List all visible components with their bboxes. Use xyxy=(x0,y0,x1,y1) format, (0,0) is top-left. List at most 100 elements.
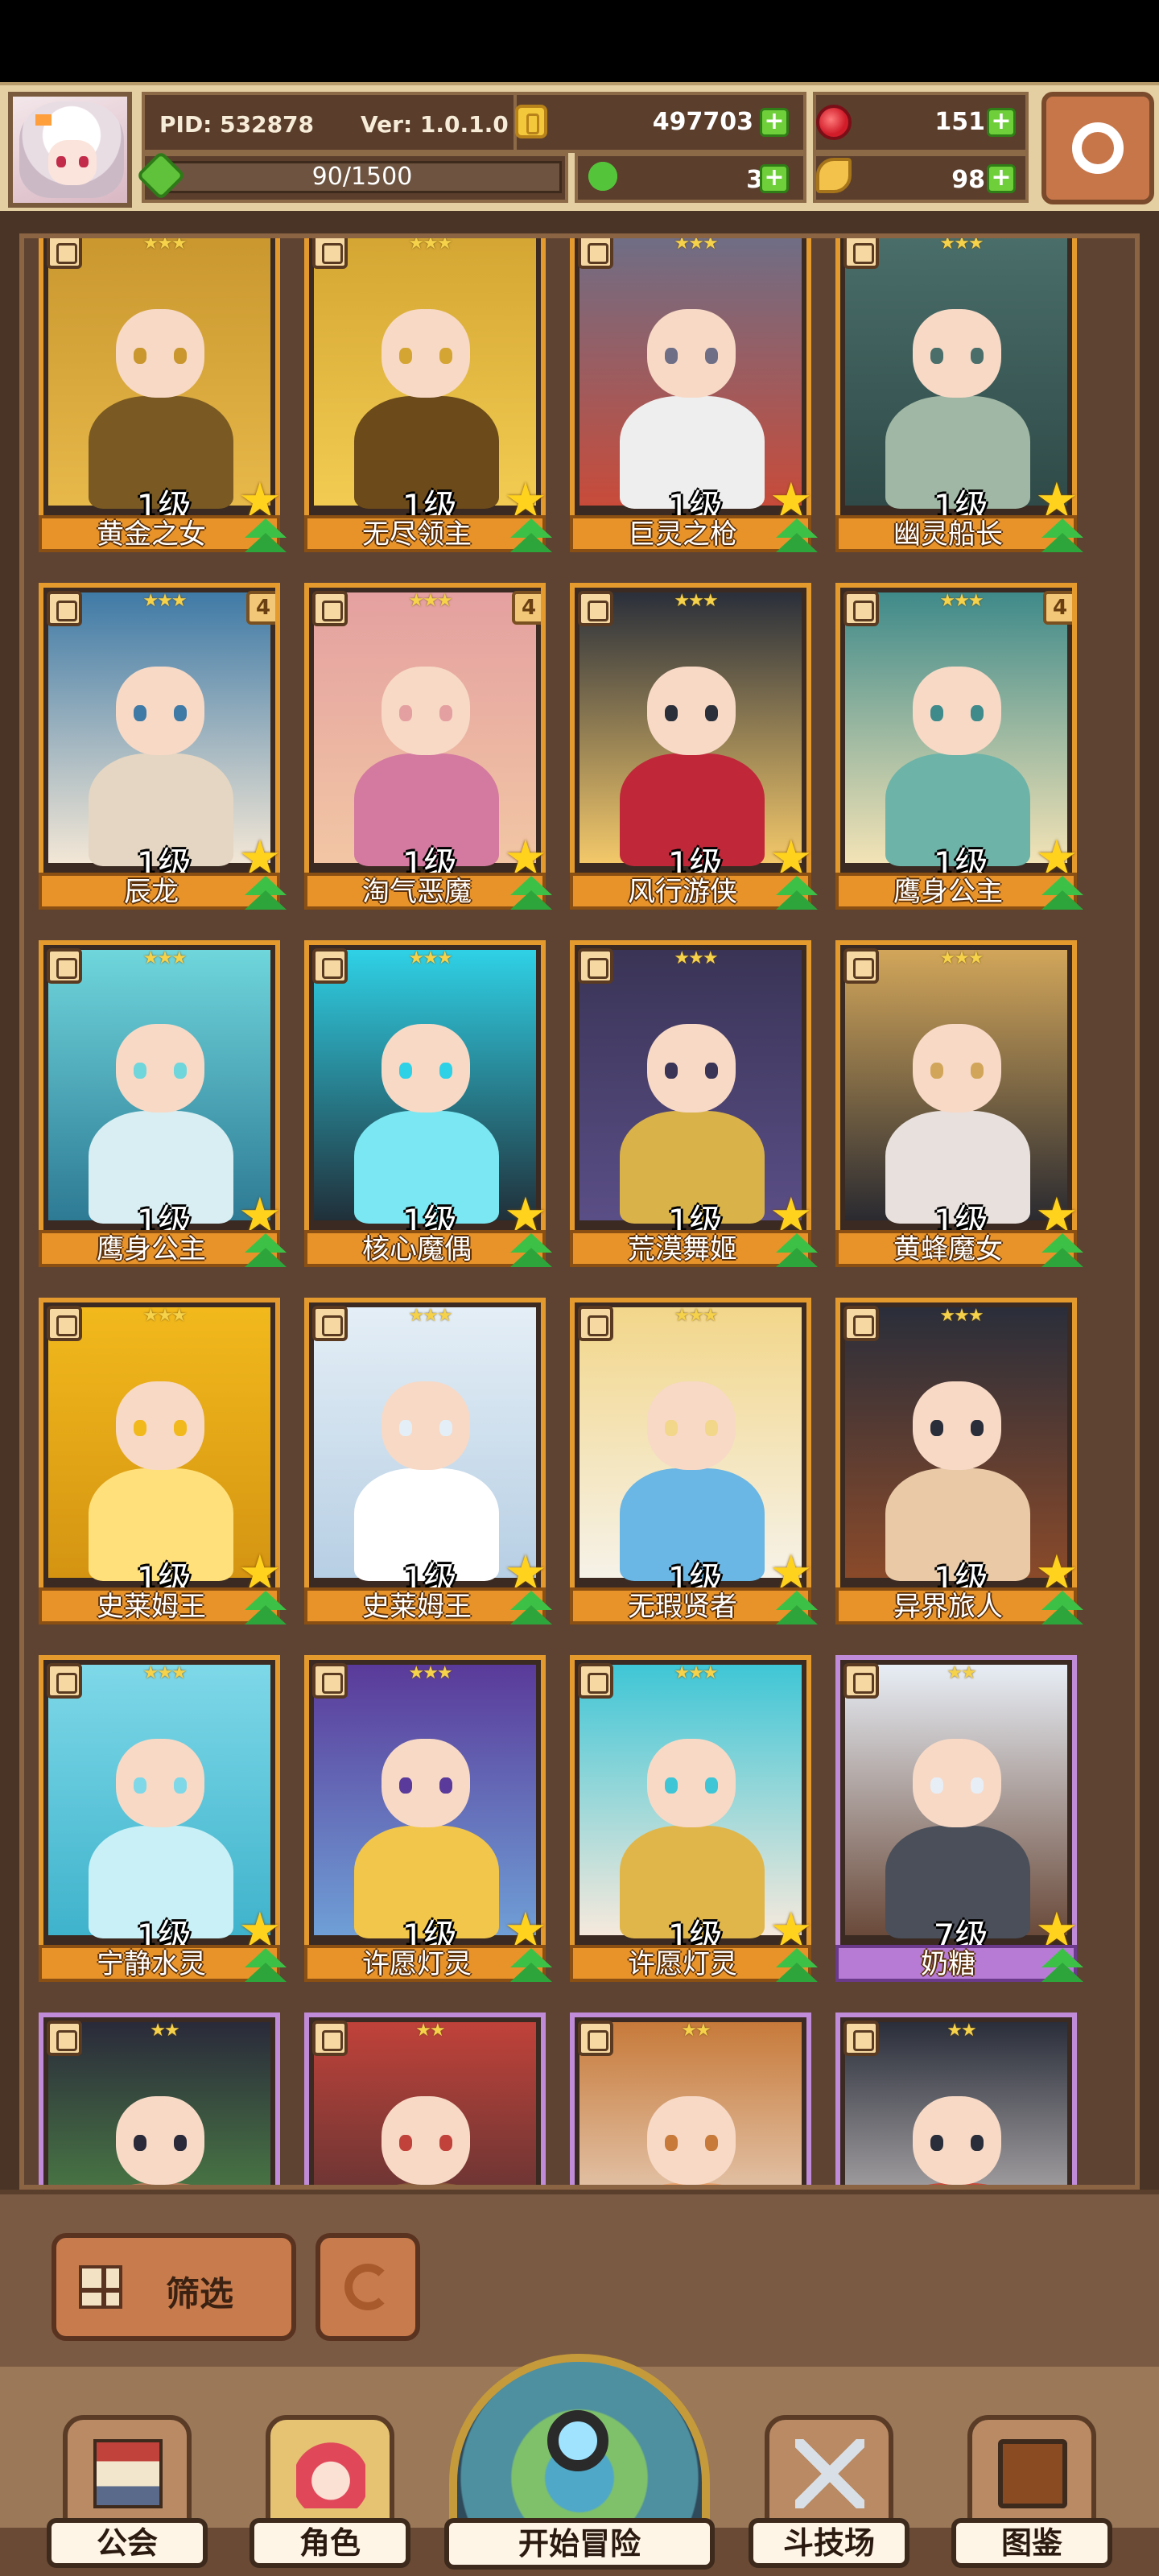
character-card[interactable]: ★★1级★狩猎勇士 xyxy=(39,2013,280,2185)
card-name: 宁静水灵 xyxy=(97,1948,206,1980)
portrait-face xyxy=(382,667,470,755)
character-card[interactable]: ★★★ 1级 ★ 宁静水灵 xyxy=(39,1655,287,1984)
character-card[interactable]: ★★★ 1级 ★ 许愿灯灵 xyxy=(304,1655,552,1984)
character-card[interactable]: ★★★ 1级 ★ 鹰身公主 xyxy=(39,940,287,1269)
portrait-eye xyxy=(665,705,678,721)
character-portrait xyxy=(48,238,270,509)
character-portrait xyxy=(48,1307,270,1581)
character-card[interactable]: ★★★ 1级 ★ 荒漠舞姬 xyxy=(570,940,818,1269)
portrait-eye xyxy=(971,348,984,364)
rarity-stars: ★★★ xyxy=(939,591,984,611)
level-up-arrow-icon xyxy=(1041,515,1083,555)
upgrade-badge: 4 xyxy=(246,591,275,625)
portrait-eye xyxy=(971,2135,984,2151)
portrait-eye xyxy=(930,1777,943,1794)
card-name: 鹰身公主 xyxy=(97,1233,206,1265)
portrait-eye xyxy=(705,1420,718,1436)
nav-codex[interactable]: 图鉴 xyxy=(951,2415,1112,2568)
level-up-arrow-icon xyxy=(1041,1230,1083,1270)
refresh-button[interactable] xyxy=(316,2233,420,2341)
card-name: 史莱姆王 xyxy=(97,1591,206,1623)
card-name: 异界旅人 xyxy=(893,1591,1003,1623)
portrait-eye xyxy=(399,1420,412,1436)
character-card[interactable]: ★★★ 1级 ★ 无瑕贤者 xyxy=(570,1298,818,1626)
rarity-stars: ★★★ xyxy=(939,233,984,254)
portrait-eye xyxy=(665,348,678,364)
portrait-face xyxy=(116,1024,204,1113)
portrait-eye xyxy=(439,1063,452,1079)
rarity-stars: ★★ xyxy=(150,2021,179,2041)
character-card[interactable]: ★★1级★胡椒 xyxy=(835,2013,1077,2185)
settings-button[interactable] xyxy=(1041,92,1154,204)
portrait-face xyxy=(116,667,204,755)
character-card[interactable]: ★★★ 1级 ★ 黄金之女 xyxy=(39,238,287,554)
level-up-arrow-icon xyxy=(510,1230,552,1270)
nav-guild[interactable]: 公会 xyxy=(47,2415,208,2568)
card-name: 史莱姆王 xyxy=(362,1591,472,1623)
character-card[interactable]: ★★★ 1级 ★ 许愿灯灵 xyxy=(570,1655,818,1984)
guild-building-icon xyxy=(93,2439,163,2508)
character-card[interactable]: ★★★ 1级 ★ 幽灵船长 xyxy=(835,233,1083,554)
character-portrait xyxy=(845,592,1067,866)
card-name: 许愿灯灵 xyxy=(628,1948,737,1980)
character-card[interactable]: ★★★ 4 1级 ★ 鹰身公主 xyxy=(835,583,1083,911)
portrait-eye xyxy=(134,2135,146,2151)
character-portrait xyxy=(580,950,802,1224)
card-name: 黄蜂魔女 xyxy=(893,1233,1003,1265)
character-grid: ★★★ 1级 ★ 黄金之女 ★★★ 1级 ★ 无尽领主 ★★★ 1级 ★ 巨灵之枪 ★★★ 1级 ★ 幽灵船长… xyxy=(24,238,1135,2185)
character-card[interactable]: ★★★ 1级 ★ 无尽领主 xyxy=(304,238,552,554)
card-name: 幽灵船长 xyxy=(893,518,1003,551)
character-card[interactable]: ★★1级★狩猎勇士 xyxy=(304,2013,546,2185)
character-portrait xyxy=(48,592,270,866)
add-gold-button[interactable]: + xyxy=(760,108,789,137)
character-portrait xyxy=(845,1665,1067,1938)
character-card[interactable]: ★★★ 1级 ★ 黄蜂魔女 xyxy=(835,940,1083,1269)
portrait-eye xyxy=(439,1420,452,1436)
character-grid-scroll[interactable]: ★★★ 1级 ★ 黄金之女 ★★★ 1级 ★ 无尽领主 ★★★ 1级 ★ 巨灵之枪 ★★★ 1级 ★ 幽灵船长… xyxy=(19,233,1140,2190)
nav-start-adventure[interactable]: 开始冒险 xyxy=(444,2354,715,2570)
add-clover-button[interactable]: + xyxy=(760,164,789,193)
nav-arena[interactable]: 斗技场 xyxy=(749,2415,909,2568)
card-frame: ★★1级 xyxy=(304,2013,546,2185)
portrait-face xyxy=(116,309,204,398)
class-icon xyxy=(312,2021,348,2056)
player-avatar[interactable] xyxy=(8,92,132,208)
character-card[interactable]: ★★★ 1级 ★ 史莱姆王 xyxy=(39,1298,287,1626)
nav-roles[interactable]: 角色 xyxy=(250,2415,410,2568)
character-card[interactable]: ★★★ 1级 ★ 史莱姆王 xyxy=(304,1298,552,1626)
nav-adventure-label: 开始冒险 xyxy=(444,2518,715,2570)
portrait-eye xyxy=(399,705,412,721)
portrait-face xyxy=(647,2096,736,2185)
card-frame: ★★1级 xyxy=(570,2013,811,2185)
portrait-face xyxy=(913,1024,1001,1113)
level-up-arrow-icon xyxy=(245,1587,287,1628)
portrait-eye xyxy=(705,1063,718,1079)
character-card[interactable]: ★★ 7级 ★ 奶糖 xyxy=(835,1655,1083,1984)
add-ruby-button[interactable]: + xyxy=(987,108,1016,137)
add-bread-button[interactable]: + xyxy=(987,164,1016,193)
character-card[interactable]: ★★★ 1级 ★ 巨灵之枪 xyxy=(570,238,818,554)
bread-icon xyxy=(816,158,852,193)
portrait-eye xyxy=(174,1063,187,1079)
grid-icon xyxy=(79,2265,122,2309)
portrait-face xyxy=(913,1381,1001,1470)
portrait-eye xyxy=(399,348,412,364)
character-card[interactable]: ★★★ 1级 ★ 核心魔偶 xyxy=(304,940,552,1269)
portrait-eye xyxy=(134,1420,146,1436)
player-info-plate: PID: 532878 Ver: 1.0.1.0 xyxy=(142,92,568,153)
portrait-face xyxy=(913,309,1001,398)
character-card[interactable]: ★★★ 4 1级 ★ 辰龙 xyxy=(39,583,287,911)
portrait-eye xyxy=(971,1777,984,1794)
portrait-eye xyxy=(971,1063,984,1079)
card-name: 风行游侠 xyxy=(628,876,737,908)
filter-button[interactable]: 筛选 xyxy=(52,2233,296,2341)
character-card[interactable]: ★★★ 4 1级 ★ 淘气恶魔 xyxy=(304,583,552,911)
character-card[interactable]: ★★★ 1级 ★ 风行游侠 xyxy=(570,583,818,911)
character-card[interactable]: ★★1级★荒野猎人 xyxy=(570,2013,811,2185)
portrait-face xyxy=(382,1739,470,1827)
card-name: 黄金之女 xyxy=(97,518,206,551)
character-card[interactable]: ★★★ 1级 ★ 异界旅人 xyxy=(835,1298,1083,1626)
portrait-eye xyxy=(705,348,718,364)
portrait-face xyxy=(647,1739,736,1827)
character-portrait xyxy=(314,1307,536,1581)
